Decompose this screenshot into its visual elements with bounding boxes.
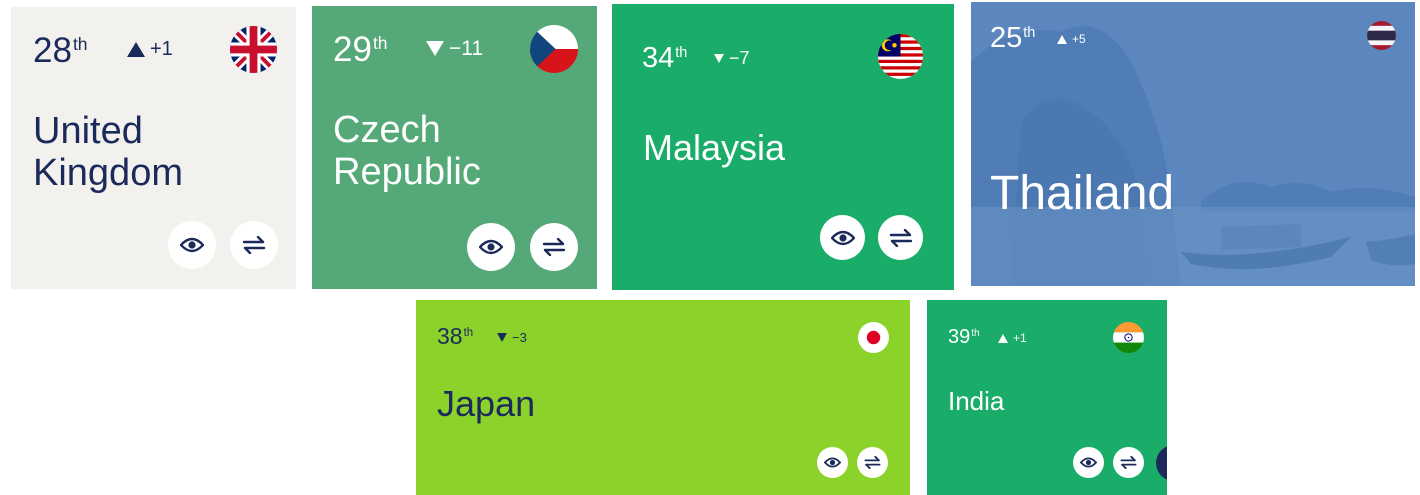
country-card-czech-republic[interactable]: 29th −11 Czech Republic <box>312 6 597 289</box>
japan-flag-icon <box>858 322 889 353</box>
compare-button[interactable] <box>857 447 888 478</box>
country-card-thailand[interactable]: 25th +5 Thailand <box>971 2 1415 286</box>
rank: 34th <box>642 42 688 74</box>
floating-action-button[interactable] <box>1156 445 1167 481</box>
czech-flag-icon <box>530 25 578 73</box>
rank-change: +1 <box>127 39 173 59</box>
rank-change: −11 <box>426 38 483 59</box>
rank: 28th <box>33 31 88 70</box>
view-button[interactable] <box>168 221 216 269</box>
up-arrow-icon <box>1057 34 1067 44</box>
compare-button[interactable] <box>878 215 923 260</box>
country-name: United Kingdom <box>33 110 183 194</box>
country-name: India <box>948 386 1005 416</box>
rank: 29th <box>333 30 388 69</box>
rank-change: +5 <box>1057 33 1086 45</box>
up-arrow-icon <box>127 41 145 57</box>
country-card-malaysia[interactable]: 34th −7 Malaysia <box>612 4 954 290</box>
eye-icon <box>479 239 503 255</box>
country-name: Czech Republic <box>333 109 481 193</box>
rank-change: −7 <box>714 49 750 67</box>
view-button[interactable] <box>817 447 848 478</box>
rank: 25th <box>990 22 1036 54</box>
rank-change: −3 <box>497 331 527 344</box>
swap-arrows-icon <box>864 456 881 469</box>
view-button[interactable] <box>820 215 865 260</box>
down-arrow-icon <box>714 53 724 63</box>
rank: 38th <box>437 323 474 349</box>
view-button[interactable] <box>467 223 515 271</box>
swap-arrows-icon <box>1120 456 1137 469</box>
down-arrow-icon <box>426 41 444 56</box>
malaysia-flag-icon <box>878 34 923 79</box>
compare-button[interactable] <box>530 223 578 271</box>
eye-icon <box>180 237 204 253</box>
thailand-flag-icon <box>1367 21 1396 50</box>
compare-button[interactable] <box>1113 447 1144 478</box>
eye-icon <box>824 457 841 468</box>
country-card-united-kingdom[interactable]: 28th +1 United Kingdom <box>11 7 296 289</box>
down-arrow-icon <box>497 333 507 342</box>
uk-flag-icon <box>230 26 277 73</box>
eye-icon <box>1080 457 1097 468</box>
country-card-india[interactable]: 39th +1 India <box>927 300 1167 495</box>
country-name: Malaysia <box>643 127 786 168</box>
up-arrow-icon <box>998 333 1008 343</box>
swap-arrows-icon <box>542 238 566 256</box>
background-photo <box>971 2 1415 286</box>
country-card-japan[interactable]: 38th −3 Japan <box>416 300 910 495</box>
rank: 39th <box>948 326 980 348</box>
swap-arrows-icon <box>889 228 912 247</box>
compare-button[interactable] <box>230 221 278 269</box>
india-flag-icon <box>1113 322 1144 353</box>
country-name: Thailand <box>990 167 1175 220</box>
swap-arrows-icon <box>242 236 266 254</box>
eye-icon <box>830 230 855 245</box>
country-name: Japan <box>437 383 536 424</box>
rank-change: +1 <box>998 332 1027 344</box>
view-button[interactable] <box>1073 447 1104 478</box>
